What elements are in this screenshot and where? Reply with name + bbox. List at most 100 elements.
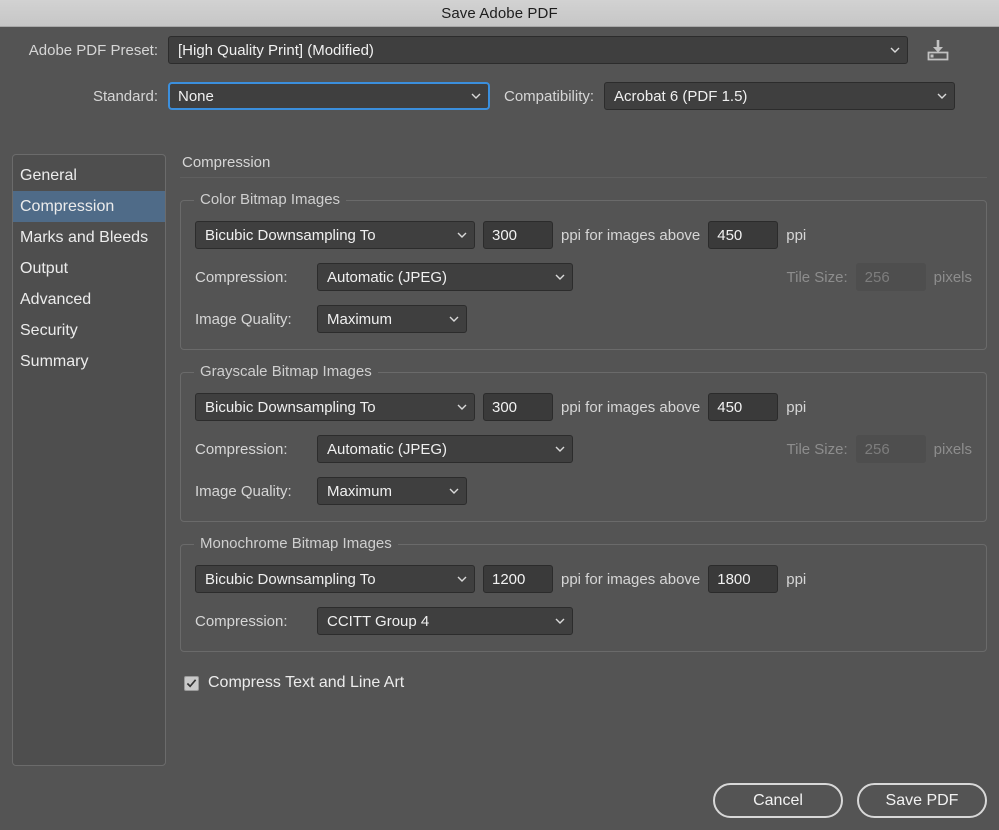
monochrome-threshold-value: 1800 (717, 570, 751, 588)
preset-select-value: [High Quality Print] (Modified) (178, 41, 374, 59)
grayscale-resample-value: Bicubic Downsampling To (205, 398, 376, 416)
standard-select-value: None (178, 87, 214, 105)
sidebar-item-label: Marks and Bleeds (20, 228, 149, 246)
preset-select[interactable]: [High Quality Print] (Modified) (168, 36, 908, 64)
sidebar-item-label: Advanced (20, 290, 92, 308)
chevron-down-icon (555, 616, 565, 625)
color-quality-value: Maximum (327, 310, 393, 328)
monochrome-resample-select[interactable]: Bicubic Downsampling To (195, 565, 475, 593)
group-legend: Monochrome Bitmap Images (194, 535, 398, 552)
grayscale-quality-value: Maximum (327, 482, 393, 500)
monochrome-threshold-input[interactable]: 1800 (708, 565, 779, 593)
sidebar-item-label: Compression (20, 197, 115, 215)
standard-row: Standard: None Compatibility: Acrobat 6 … (0, 73, 999, 119)
compatibility-label: Compatibility: (504, 87, 595, 105)
grayscale-resample-row: Bicubic Downsampling To 300 ppi for imag… (195, 391, 972, 423)
sidebar-item-general[interactable]: General (13, 160, 165, 191)
grayscale-resample-select[interactable]: Bicubic Downsampling To (195, 393, 475, 421)
sidebar-item-output[interactable]: Output (13, 253, 165, 284)
monochrome-compression-select[interactable]: CCITT Group 4 (317, 607, 573, 635)
panel-divider (180, 177, 987, 178)
sidebar-item-marks-and-bleeds[interactable]: Marks and Bleeds (13, 222, 165, 253)
sidebar-item-summary[interactable]: Summary (13, 346, 165, 377)
color-ppi-tail-label: ppi (786, 226, 807, 244)
grayscale-ppi-input[interactable]: 300 (483, 393, 553, 421)
color-tile-size-input: 256 (855, 263, 926, 291)
check-icon (186, 678, 197, 687)
chevron-down-icon (449, 486, 459, 495)
dialog-footer: Cancel Save PDF (699, 783, 987, 818)
compression-panel: Compression Color Bitmap Images Bicubic … (180, 154, 987, 766)
color-tile-units-label: pixels (933, 268, 972, 286)
monochrome-resample-value: Bicubic Downsampling To (205, 570, 376, 588)
category-list[interactable]: General Compression Marks and Bleeds Out… (12, 154, 166, 766)
grayscale-ppi-mid-label: ppi for images above (561, 398, 701, 416)
save-preset-icon[interactable] (925, 37, 951, 63)
color-ppi-mid-label: ppi for images above (561, 226, 701, 244)
grayscale-threshold-input[interactable]: 450 (708, 393, 779, 421)
sidebar-item-security[interactable]: Security (13, 315, 165, 346)
monochrome-ppi-mid-label: ppi for images above (561, 570, 701, 588)
chevron-down-icon (890, 45, 900, 54)
color-resample-select[interactable]: Bicubic Downsampling To (195, 221, 475, 249)
monochrome-ppi-value: 1200 (492, 570, 526, 588)
grayscale-compression-label: Compression: (195, 440, 288, 458)
grayscale-threshold-value: 450 (717, 398, 743, 416)
save-adobe-pdf-dialog: Save Adobe PDF Adobe PDF Preset: [High Q… (0, 0, 999, 830)
preset-row: Adobe PDF Preset: [High Quality Print] (… (0, 27, 999, 73)
standard-label: Standard: (92, 87, 158, 105)
grayscale-quality-label: Image Quality: (195, 482, 292, 500)
color-threshold-value: 450 (717, 226, 743, 244)
color-quality-select[interactable]: Maximum (317, 305, 467, 333)
sidebar-item-label: Security (20, 321, 78, 339)
sidebar-item-label: Summary (20, 352, 89, 370)
color-ppi-value: 300 (492, 226, 518, 244)
monochrome-ppi-input[interactable]: 1200 (483, 565, 553, 593)
color-ppi-input[interactable]: 300 (483, 221, 553, 249)
grayscale-quality-row: Image Quality: Maximum (195, 475, 972, 507)
color-quality-row: Image Quality: Maximum (195, 303, 972, 335)
save-pdf-button[interactable]: Save PDF (857, 783, 987, 818)
cancel-button[interactable]: Cancel (713, 783, 843, 818)
grayscale-tile-size-input: 256 (855, 435, 926, 463)
color-compression-row: Compression: Automatic (JPEG) Tile Size:… (195, 261, 972, 293)
color-quality-label: Image Quality: (195, 310, 292, 328)
panel-title: Compression (182, 154, 271, 171)
grayscale-tile-units-label: pixels (933, 440, 972, 458)
sidebar-item-compression[interactable]: Compression (13, 191, 165, 222)
grayscale-compression-select[interactable]: Automatic (JPEG) (317, 435, 573, 463)
monochrome-resample-row: Bicubic Downsampling To 1200 ppi for ima… (195, 563, 972, 595)
chevron-down-icon (457, 574, 467, 583)
grayscale-quality-select[interactable]: Maximum (317, 477, 467, 505)
chevron-down-icon (449, 314, 459, 323)
sidebar-item-advanced[interactable]: Advanced (13, 284, 165, 315)
grayscale-tile-size-block: Tile Size: 256 pixels (786, 435, 972, 463)
color-resample-row: Bicubic Downsampling To 300 ppi for imag… (195, 219, 972, 251)
monochrome-ppi-tail-label: ppi (786, 570, 807, 588)
monochrome-compression-row: Compression: CCITT Group 4 (195, 605, 972, 637)
color-bitmap-images-group: Color Bitmap Images Bicubic Downsampling… (180, 191, 987, 350)
monochrome-bitmap-images-group: Monochrome Bitmap Images Bicubic Downsam… (180, 535, 987, 652)
sidebar-item-label: Output (20, 259, 69, 277)
chevron-down-icon (457, 230, 467, 239)
preset-label: Adobe PDF Preset: (28, 41, 158, 59)
chevron-down-icon (457, 402, 467, 411)
chevron-down-icon (937, 91, 947, 100)
color-resample-value: Bicubic Downsampling To (205, 226, 376, 244)
compress-text-label: Compress Text and Line Art (208, 674, 405, 691)
grayscale-compression-row: Compression: Automatic (JPEG) Tile Size:… (195, 433, 972, 465)
group-legend: Color Bitmap Images (194, 191, 347, 208)
color-threshold-input[interactable]: 450 (708, 221, 779, 249)
checkbox-box (184, 675, 199, 691)
sidebar-item-label: General (20, 166, 77, 184)
color-compression-select[interactable]: Automatic (JPEG) (317, 263, 573, 291)
grayscale-tile-size-label: Tile Size: (786, 440, 848, 458)
compatibility-select-value: Acrobat 6 (PDF 1.5) (614, 87, 748, 105)
color-compression-label: Compression: (195, 268, 288, 286)
standard-select[interactable]: None (168, 82, 490, 110)
grayscale-ppi-value: 300 (492, 398, 518, 416)
color-tile-size-block: Tile Size: 256 pixels (786, 263, 972, 291)
compress-text-and-line-art-checkbox[interactable]: Compress Text and Line Art (180, 674, 987, 692)
color-tile-size-label: Tile Size: (786, 268, 848, 286)
compatibility-select[interactable]: Acrobat 6 (PDF 1.5) (604, 82, 956, 110)
